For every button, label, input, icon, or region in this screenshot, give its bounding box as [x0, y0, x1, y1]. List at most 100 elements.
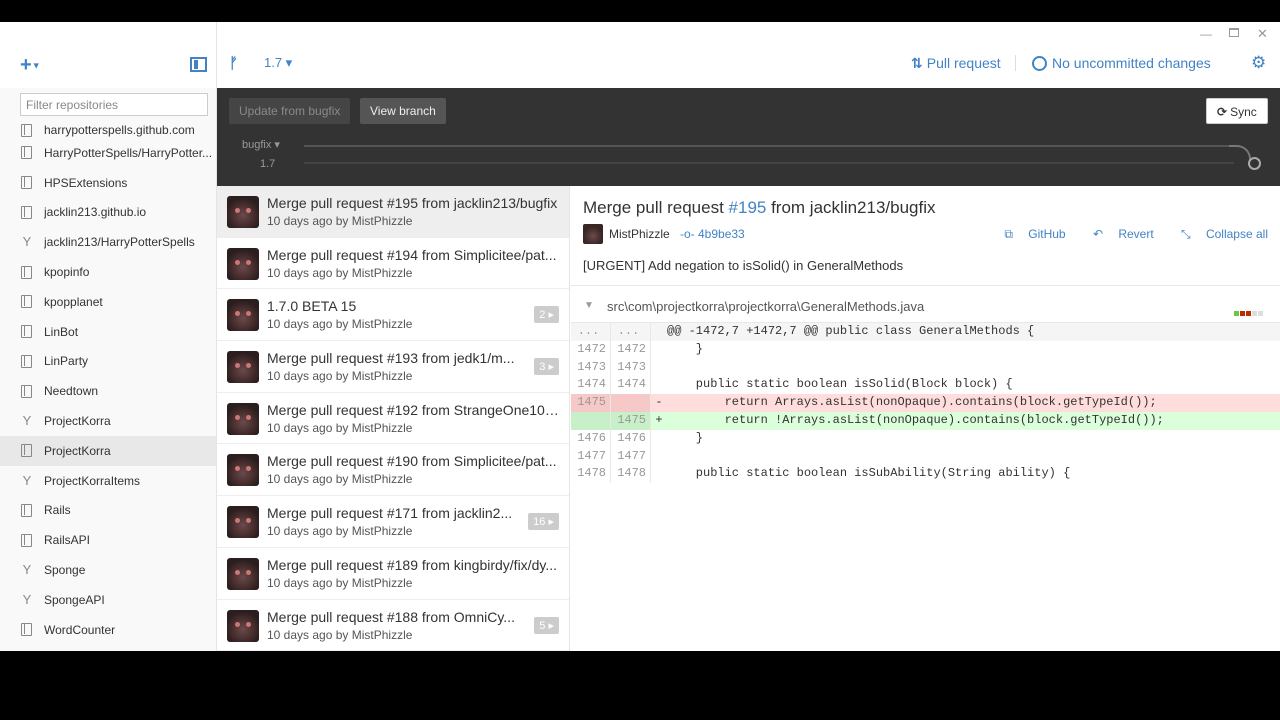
close-icon[interactable]: ✕: [1257, 26, 1268, 42]
diffstat-added-block: [1234, 311, 1239, 316]
avatar: [227, 609, 259, 642]
commit-row-title: Merge pull request #188 from OmniCy...: [267, 608, 515, 625]
sync-bar: Update from bugfix View branch ⟳ Sync bug…: [217, 88, 1280, 186]
sidebar-item-repo[interactable]: Y Sponge: [0, 555, 216, 585]
diff-marker: [651, 448, 667, 466]
diff-marker: [651, 376, 667, 394]
fork-icon: Y: [22, 472, 32, 488]
minimize-icon[interactable]: —: [1200, 27, 1212, 41]
commit-row-title: Merge pull request #189 from kingbirdy/f…: [267, 556, 557, 573]
branch-selector[interactable]: 1.7 ▾: [264, 55, 292, 71]
commit-row-title: Merge pull request #193 from jedk1/m...: [267, 350, 515, 367]
diff-code: [667, 448, 1280, 466]
sidebar-item-repo[interactable]: WordCounter: [0, 615, 216, 645]
sync-button[interactable]: ⟳ Sync: [1206, 98, 1268, 124]
commit-sha: 4b9be33: [698, 227, 745, 241]
old-line-number: ...: [571, 323, 611, 341]
fork-icon: Y: [22, 234, 32, 250]
chevron-down-icon[interactable]: ▼: [584, 300, 594, 311]
sidebar-item-repo[interactable]: Y SpongeAPI: [0, 585, 216, 615]
timeline-commit-dot[interactable]: [1248, 157, 1261, 170]
diff-code: return !Arrays.asList(nonOpaque).contain…: [667, 412, 1164, 427]
commit-actions: ⧉ GitHub ↶ Revert ⤡ Collapse all: [980, 227, 1268, 242]
collapse-all-button[interactable]: ⤡ Collapse all: [1169, 227, 1268, 241]
book-icon: [21, 205, 32, 219]
repo-name: LinParty: [44, 354, 89, 369]
view-branch-button[interactable]: View branch: [360, 98, 446, 124]
commit-row-meta: 10 days ago by MistPhizzle: [267, 472, 413, 487]
sidebar-item-repo[interactable]: HPSExtensions: [0, 168, 216, 198]
pull-request-number-link[interactable]: #195: [729, 198, 767, 217]
sidebar-item-repo[interactable]: RailsAPI: [0, 525, 216, 555]
new-line-number: 1473: [611, 358, 651, 377]
file-header[interactable]: ▼ src\com\projectkorra\projectkorra\Gene…: [571, 294, 1280, 320]
commit-row[interactable]: Merge pull request #192 from StrangeOne1…: [217, 393, 569, 445]
pull-request-button[interactable]: ⇅ Pull request: [911, 55, 1001, 72]
commit-row[interactable]: Merge pull request #190 from Simplicitee…: [217, 444, 569, 497]
new-line-number: 1476: [611, 429, 651, 448]
repo-name: HPSExtensions: [44, 175, 128, 190]
avatar: [227, 247, 259, 280]
commit-count-badge[interactable]: 5 ▸: [534, 616, 559, 634]
commit-row[interactable]: Merge pull request #189 from kingbirdy/f…: [217, 548, 569, 600]
sidebar-item-repo[interactable]: Y ProjectKorraItems: [0, 466, 216, 496]
collapse-sidebar-icon[interactable]: [190, 57, 207, 72]
sidebar-item-repo[interactable]: Needtown: [0, 376, 216, 406]
commit-count-badge[interactable]: 3 ▸: [534, 358, 559, 376]
sidebar-item-repo[interactable]: Y ProjectKorra: [0, 406, 216, 436]
repo-name: harrypotterspells.github.com: [44, 123, 195, 137]
avatar: [227, 454, 259, 487]
maximize-icon[interactable]: [1229, 28, 1239, 37]
old-line-number: 1473: [571, 358, 611, 377]
timeline-branch-line: [304, 145, 1229, 147]
sidebar-item-repo[interactable]: Rails: [0, 496, 216, 526]
new-line-number: 1472: [611, 340, 651, 359]
commit-row[interactable]: Merge pull request #171 from jacklin2...…: [217, 496, 569, 548]
open-github-button[interactable]: ⧉ GitHub: [992, 227, 1065, 241]
divider: [571, 285, 1280, 286]
sidebar-item-repo[interactable]: jacklin213.github.io: [0, 198, 216, 228]
filter-repositories-input[interactable]: [20, 93, 208, 116]
commit-row[interactable]: Merge pull request #194 from Simplicitee…: [217, 238, 569, 290]
commit-row-title: 1.7.0 BETA 15: [267, 298, 357, 315]
sidebar-item-repo[interactable]: HarryPotterSpells/HarryPotter...: [0, 138, 216, 168]
book-icon: [21, 146, 32, 160]
book-icon: [21, 384, 32, 398]
sidebar-item-repo[interactable]: kpopplanet: [0, 287, 216, 317]
sidebar-item-repo[interactable]: Yjacklin213/HarryPotterSpells: [0, 227, 216, 257]
sidebar-header: +▼: [0, 22, 216, 88]
uncommitted-changes-button[interactable]: No uncommitted changes: [1032, 55, 1211, 71]
sidebar-item-repo[interactable]: ProjectKorra: [0, 435, 216, 466]
commit-row-title: Merge pull request #194 from Simplicitee…: [267, 246, 557, 263]
revert-button[interactable]: ↶ Revert: [1081, 227, 1154, 241]
diff-marker: [651, 465, 667, 483]
diff-marker: +: [655, 412, 663, 427]
diff-code: }: [667, 430, 704, 445]
commit-row[interactable]: Merge pull request #195 from jacklin213/…: [217, 186, 569, 238]
sidebar-item-repo[interactable]: harrypotterspells.github.com: [0, 122, 216, 138]
sidebar-item-repo[interactable]: kpopinfo: [0, 257, 216, 287]
new-line-number: 1478: [611, 465, 651, 484]
update-from-branch-button[interactable]: Update from bugfix: [229, 98, 351, 124]
sidebar-item-repo[interactable]: LinParty: [0, 347, 216, 377]
commit-sha-link[interactable]: -o- 4b9be33: [680, 227, 745, 241]
commit-row[interactable]: Merge pull request #193 from jedk1/m... 1…: [217, 341, 569, 393]
external-link-icon: ⧉: [1004, 227, 1017, 241]
commit-count-badge[interactable]: 16 ▸: [528, 513, 559, 531]
commit-history-list: Merge pull request #195 from jacklin213/…: [217, 186, 570, 651]
book-icon: [21, 354, 32, 368]
add-repository-button[interactable]: +▼: [20, 55, 41, 76]
commit-row[interactable]: Merge pull request #188 from OmniCy... 10…: [217, 600, 569, 651]
timeline-branch-selector[interactable]: bugfix ▾: [242, 138, 280, 151]
sync-label: Sync: [1230, 105, 1257, 119]
avatar: [227, 351, 259, 384]
book-icon: [21, 295, 32, 309]
commit-count-badge[interactable]: 2 ▸: [534, 306, 559, 324]
commit-row[interactable]: 1.7.0 BETA 15 10 days ago by MistPhizzle 2…: [217, 289, 569, 342]
sidebar-item-repo[interactable]: LinBot: [0, 317, 216, 347]
commit-row-meta: 10 days ago by MistPhizzle: [267, 265, 413, 280]
gear-icon[interactable]: ⚙: [1251, 53, 1266, 73]
avatar: [227, 299, 259, 332]
new-line-number: 1477: [611, 447, 651, 466]
sync-icon: ⟳: [1217, 105, 1228, 119]
